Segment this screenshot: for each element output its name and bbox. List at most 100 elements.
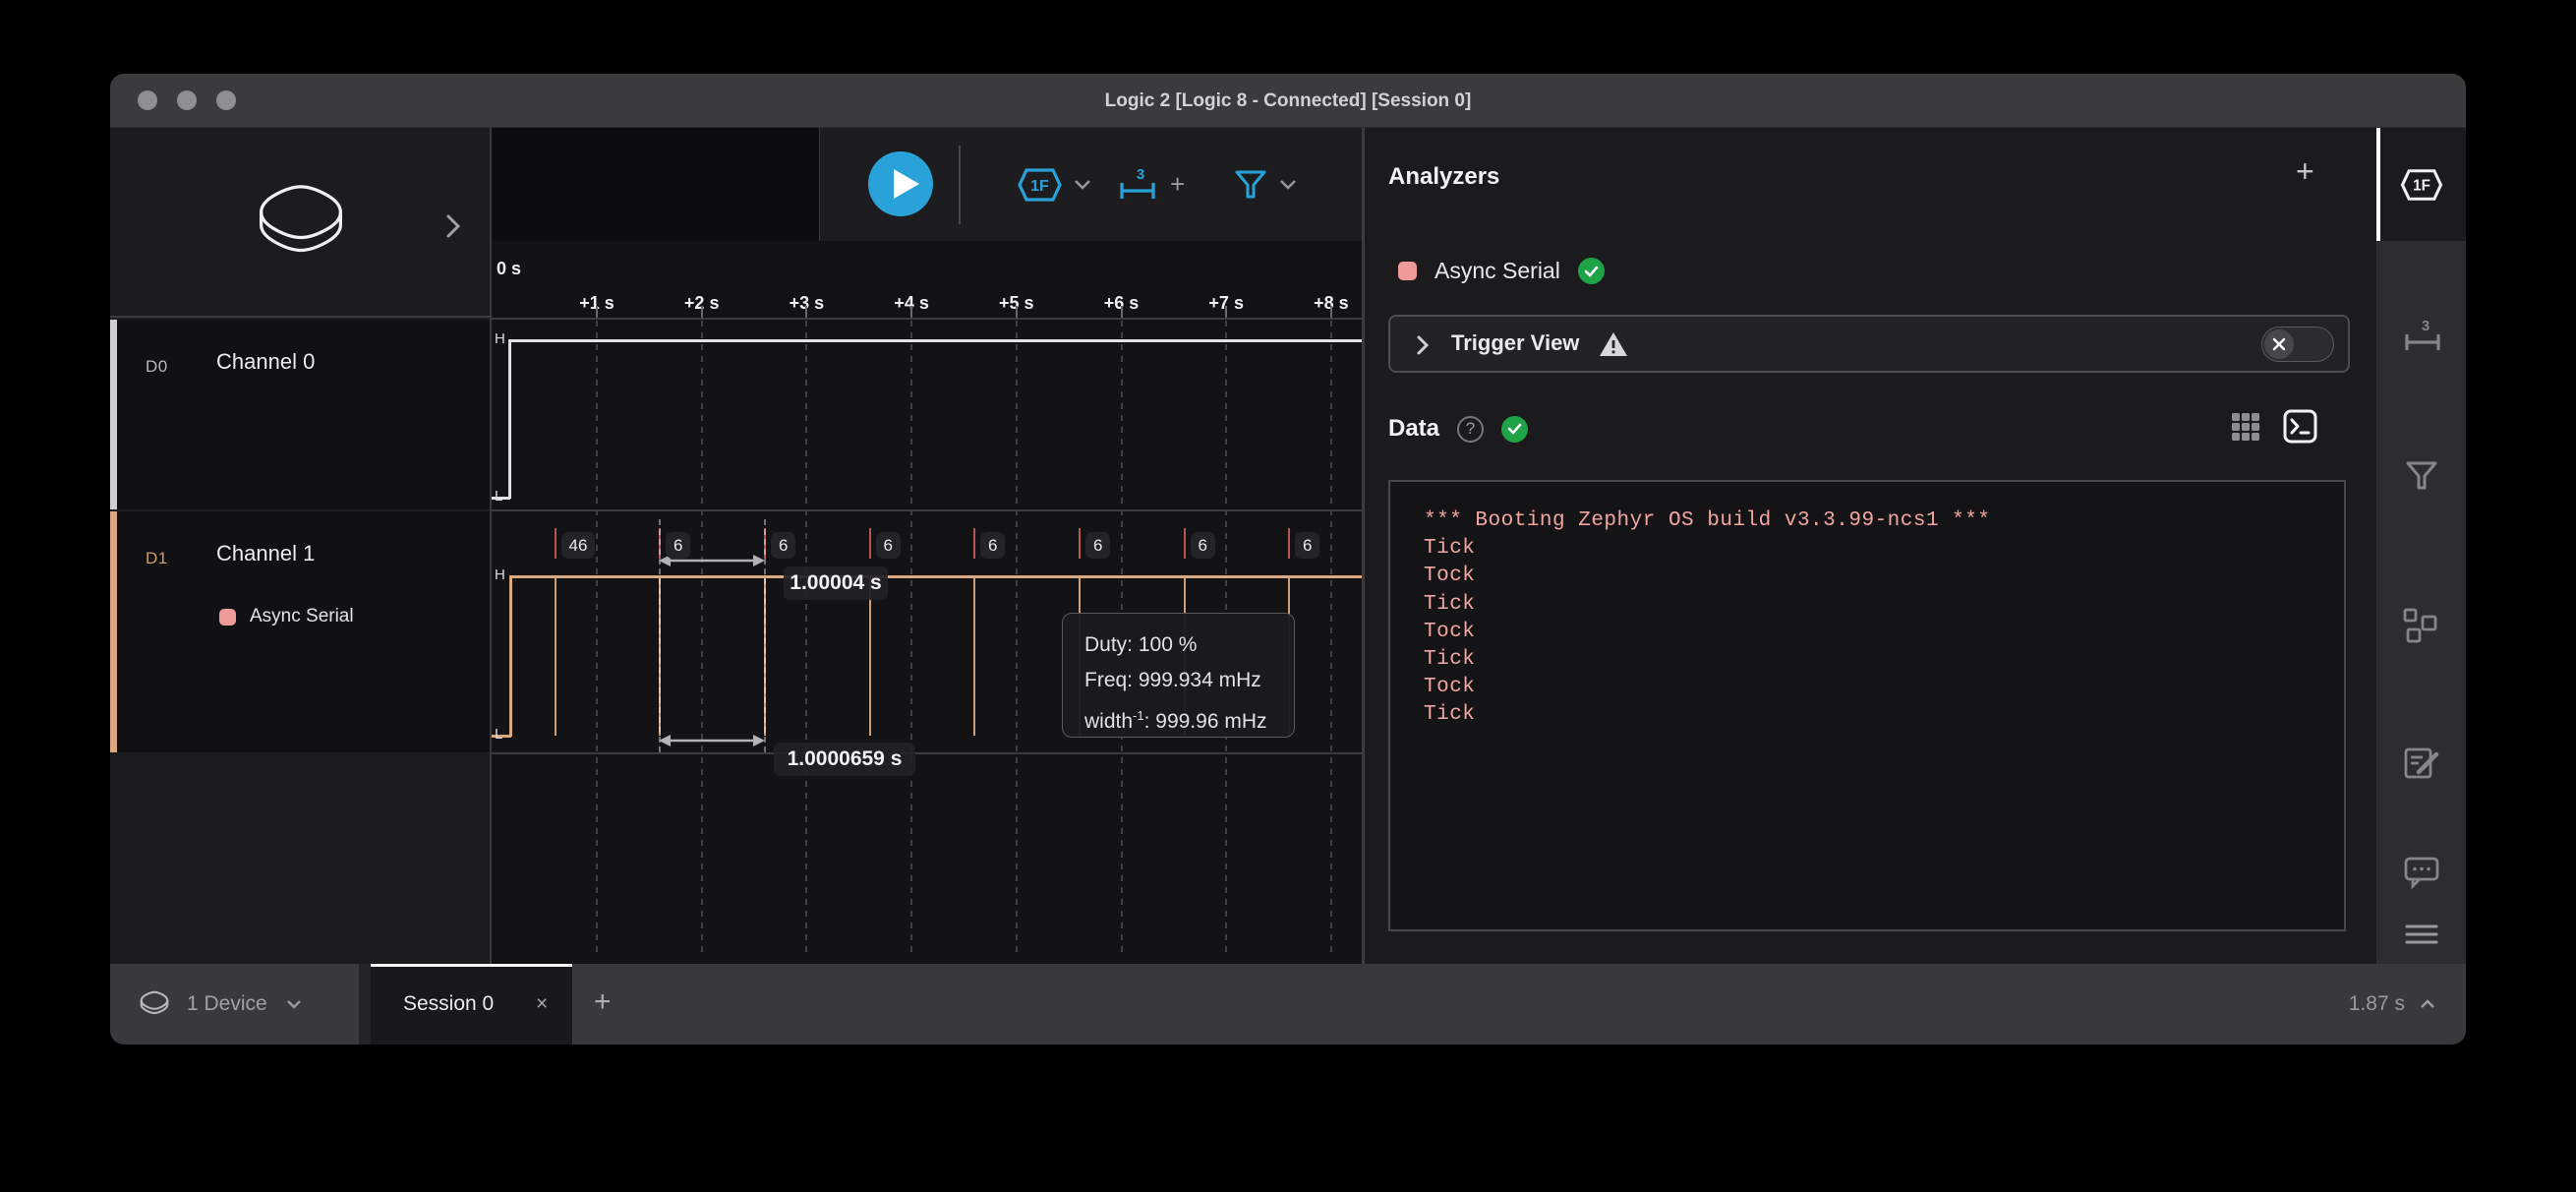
title-bar: Logic 2 [Logic 8 - Connected] [Session 0… bbox=[110, 74, 2466, 128]
terminal-line: Tick bbox=[1424, 701, 2344, 729]
timeline-ruler[interactable]: 0 s +1 s+2 s+3 s+4 s+5 s+6 s+7 s+8 s bbox=[492, 241, 1362, 320]
session-tab[interactable]: Session 0 × bbox=[371, 964, 572, 1044]
svg-text:3: 3 bbox=[2421, 318, 2429, 334]
measurement-tooltip: Duty: 100 % Freq: 999.934 mHz width-1: 9… bbox=[1062, 613, 1295, 738]
help-icon[interactable]: ? bbox=[1457, 416, 1484, 443]
panel-title: Analyzers bbox=[1388, 163, 1499, 191]
channel-sidebar: D0 Channel 0 D1 Channel 1 Async Serial bbox=[110, 128, 492, 964]
table-view-button[interactable] bbox=[2230, 411, 2261, 443]
waveform-area[interactable]: 1F 3 + bbox=[492, 128, 1362, 964]
start-capture-button[interactable] bbox=[868, 151, 933, 216]
ch1-high-line bbox=[509, 575, 1362, 578]
timeline-origin-label: 0 s bbox=[497, 259, 521, 279]
analyzer-color-icon bbox=[1398, 262, 1417, 280]
analyzer-terminal-output[interactable]: *** Booting Zephyr OS build v3.3.99-ncs1… bbox=[1388, 480, 2346, 931]
ch1-serial-pulse bbox=[555, 576, 556, 736]
terminal-line: Tock bbox=[1424, 619, 2344, 646]
ch1-rising-edge bbox=[509, 576, 512, 737]
decoded-byte-badge[interactable]: 6 bbox=[876, 532, 901, 559]
measurements-button[interactable]: 3 + bbox=[1115, 128, 1185, 241]
device-header[interactable] bbox=[110, 128, 490, 318]
channel-1-analyzer-chip[interactable]: Async Serial bbox=[219, 606, 354, 627]
triggers-tab[interactable] bbox=[2376, 458, 2466, 494]
ch0-rising-edge bbox=[508, 340, 511, 499]
gridline bbox=[805, 321, 807, 958]
tooltip-duty: Duty: 100 % bbox=[1084, 627, 1294, 663]
svg-text:3: 3 bbox=[1137, 166, 1144, 183]
terminal-line: Tick bbox=[1424, 591, 2344, 619]
ch0-low-label: L bbox=[495, 488, 502, 505]
session-tab-label: Session 0 bbox=[403, 992, 494, 1016]
sidebar-expand-chevron-icon[interactable] bbox=[444, 212, 462, 240]
decoded-byte-badge[interactable]: 6 bbox=[980, 532, 1005, 559]
data-section-header: Data ? bbox=[1388, 415, 1528, 443]
analyzer-row[interactable]: Async Serial bbox=[1398, 258, 1605, 284]
menu-tab[interactable] bbox=[2376, 923, 2466, 946]
terminal-line: Tick bbox=[1424, 535, 2344, 563]
terminal-view-button[interactable] bbox=[2283, 409, 2317, 444]
gridline bbox=[910, 321, 912, 958]
close-session-icon[interactable]: × bbox=[536, 992, 548, 1016]
chevron-down-icon bbox=[1073, 178, 1092, 192]
active-tab-indicator bbox=[2376, 128, 2380, 241]
bar-gap bbox=[359, 964, 371, 1044]
terminal-line: Tock bbox=[1424, 674, 2344, 701]
decoded-byte-badge[interactable]: 6 bbox=[1191, 532, 1215, 559]
frame-marker-tick bbox=[555, 528, 556, 559]
device-selector[interactable]: 1 Device bbox=[110, 964, 359, 1044]
app-window: Logic 2 [Logic 8 - Connected] [Session 0… bbox=[110, 74, 2466, 1044]
measure-value-bottom: 1.0000659 s bbox=[774, 743, 915, 776]
decoded-byte-badge[interactable]: 6 bbox=[771, 532, 795, 559]
capture-toolbar: 1F 3 + bbox=[819, 128, 1362, 241]
device-settings-button[interactable]: 1F bbox=[1017, 128, 1092, 241]
terminal-line: *** Booting Zephyr OS build v3.3.99-ncs1… bbox=[1424, 507, 2344, 535]
analyzer-status-ok-icon bbox=[1578, 258, 1605, 284]
analyzers-panel: Analyzers + Async Serial Trigger View bbox=[1365, 128, 2376, 964]
channel-analyzer-label: Async Serial bbox=[250, 606, 354, 627]
ch1-low-label: L bbox=[495, 726, 502, 743]
channel-0-name[interactable]: Channel 0 bbox=[216, 349, 315, 375]
capture-duration: 1.87 s bbox=[2349, 992, 2405, 1016]
trigger-view-toggle[interactable] bbox=[2261, 327, 2334, 362]
capture-header-spacer bbox=[492, 128, 819, 241]
device-tab-active[interactable]: 1F bbox=[2376, 128, 2466, 241]
channel-row-1[interactable]: D1 Channel 1 Async Serial bbox=[110, 511, 490, 752]
toggle-off-knob bbox=[2264, 329, 2294, 359]
trigger-view-row[interactable]: Trigger View bbox=[1388, 315, 2350, 373]
window-title: Logic 2 [Logic 8 - Connected] [Session 0… bbox=[110, 74, 2466, 128]
channel-1-name[interactable]: Channel 1 bbox=[216, 541, 315, 566]
terminal-line: Tock bbox=[1424, 563, 2344, 590]
data-title: Data bbox=[1388, 415, 1439, 443]
channel-row-0[interactable]: D0 Channel 0 bbox=[110, 320, 490, 509]
logic-device-icon bbox=[250, 182, 352, 265]
warning-icon bbox=[1599, 330, 1628, 358]
ch0-high-line bbox=[508, 339, 1362, 342]
capture-duration-control[interactable]: 1.87 s bbox=[2349, 964, 2436, 1044]
decoded-byte-badge[interactable]: 46 bbox=[561, 532, 596, 559]
channel-1-id: D1 bbox=[146, 549, 168, 568]
decoded-byte-badge[interactable]: 6 bbox=[666, 532, 690, 559]
frame-marker-tick bbox=[869, 528, 871, 559]
feedback-tab[interactable] bbox=[2376, 856, 2466, 889]
measure-arrow-bottom bbox=[657, 733, 767, 748]
extensions-tab[interactable] bbox=[2376, 608, 2466, 643]
row-separator bbox=[492, 318, 1362, 320]
notes-tab[interactable] bbox=[2376, 745, 2466, 781]
channel-0-id: D0 bbox=[146, 357, 168, 377]
trigger-button[interactable] bbox=[1233, 128, 1298, 241]
frame-marker-tick bbox=[1184, 528, 1186, 559]
decoded-byte-badge[interactable]: 6 bbox=[1085, 532, 1110, 559]
tooltip-freq: Freq: 999.934 mHz bbox=[1084, 663, 1294, 698]
frame-marker-tick bbox=[973, 528, 975, 559]
channel-1-color-strip bbox=[110, 511, 117, 752]
tooltip-width-inverse: width-1: 999.96 mHz bbox=[1084, 698, 1294, 740]
expand-chevron-icon[interactable] bbox=[1416, 334, 1430, 356]
decoded-byte-badge[interactable]: 6 bbox=[1295, 532, 1319, 559]
chevron-down-icon bbox=[1278, 178, 1298, 192]
add-analyzer-button[interactable]: + bbox=[2296, 153, 2314, 190]
ch1-serial-pulse bbox=[869, 576, 871, 736]
ch1-serial-pulse bbox=[973, 576, 975, 736]
new-session-button[interactable]: + bbox=[594, 985, 612, 1019]
ch0-high-label: H bbox=[495, 330, 505, 347]
measurements-tab[interactable]: 3 bbox=[2376, 317, 2466, 356]
